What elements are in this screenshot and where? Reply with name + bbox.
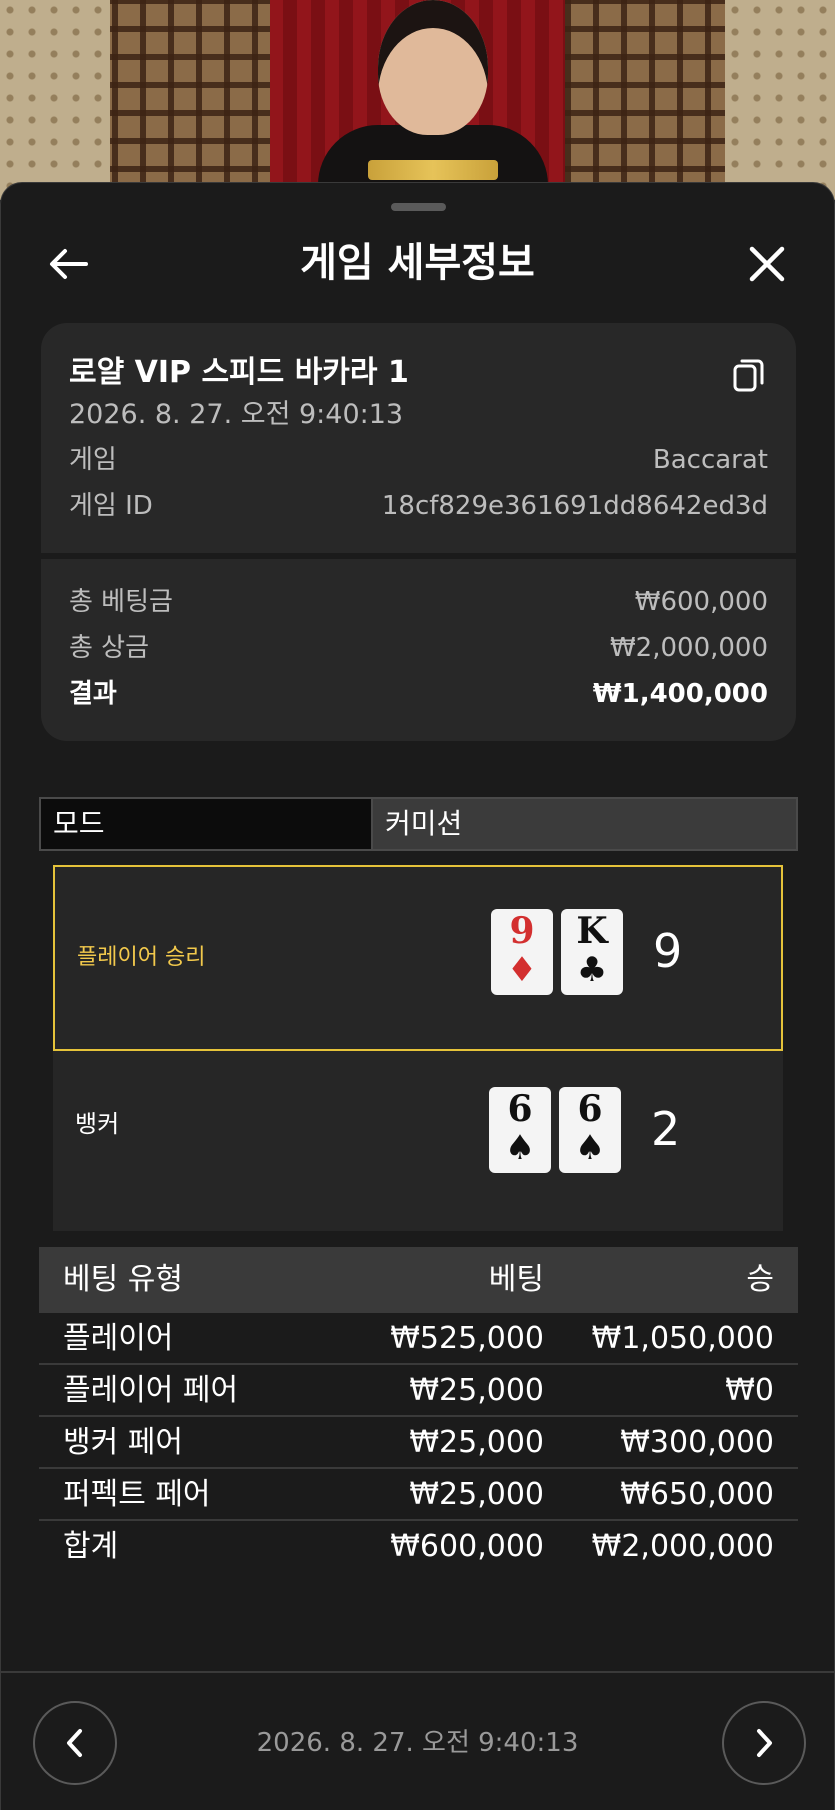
total-value: ₩2,000,000: [609, 633, 768, 663]
banker-cards: 6 ♠ 6 ♠: [489, 1087, 621, 1173]
card-rank: 9: [509, 910, 535, 952]
next-round-button[interactable]: [722, 1701, 806, 1785]
total-key: 총 상금: [69, 633, 150, 663]
copy-icon: [733, 359, 764, 392]
banker-score: 2: [651, 1102, 681, 1156]
total-bet-cell: ₩600,000: [390, 1529, 544, 1564]
bet-type-cell: 플레이어 페어: [63, 1373, 239, 1408]
info-row-game-id: 게임 ID 18cf829e361691dd8642ed3d: [69, 487, 768, 525]
wall-pattern-right: [725, 0, 835, 200]
card-divider: [41, 553, 796, 559]
live-video-background: [0, 0, 835, 200]
header-win: 승: [746, 1262, 774, 1297]
bet-amount-cell: ₩25,000: [409, 1477, 544, 1512]
table-row: 플레이어 페어 ₩25,000 ₩0: [39, 1365, 798, 1417]
info-key: 게임: [69, 445, 117, 475]
total-label-cell: 합계: [63, 1529, 119, 1564]
total-bet-row: 총 베팅금 ₩600,000: [69, 583, 768, 621]
tab-commission[interactable]: 커미션: [373, 797, 798, 851]
dealer-collar: [368, 160, 498, 180]
footer-divider: [1, 1671, 835, 1673]
win-amount-cell: ₩0: [725, 1373, 774, 1408]
diamond-suit-icon: ♦: [506, 950, 538, 990]
win-amount-cell: ₩300,000: [620, 1425, 774, 1460]
player-win-label: 플레이어 승리: [77, 945, 206, 970]
bet-type-cell: 플레이어: [63, 1321, 174, 1356]
info-value: Baccarat: [652, 445, 768, 475]
playing-card: K ♣: [561, 909, 623, 995]
result-row: 결과 ₩1,400,000: [69, 675, 768, 713]
total-value: ₩1,400,000: [592, 679, 768, 709]
banker-label: 뱅커: [75, 1110, 120, 1138]
player-score: 9: [653, 924, 683, 978]
spade-suit-icon: ♠: [574, 1128, 606, 1168]
bet-amount-cell: ₩25,000: [409, 1373, 544, 1408]
dealer-head: [378, 0, 488, 135]
total-win-cell: ₩2,000,000: [591, 1529, 774, 1564]
close-icon: [749, 246, 785, 282]
player-cards: 9 ♦ K ♣: [491, 909, 623, 995]
win-amount-cell: ₩650,000: [620, 1477, 774, 1512]
game-info-card: 로얄 VIP 스피드 바카라 1 2026. 8. 27. 오전 9:40:13…: [41, 323, 796, 741]
close-button[interactable]: [742, 239, 792, 289]
page-title: 게임 세부정보: [300, 240, 535, 286]
card-rank: K: [576, 910, 608, 952]
table-row: 플레이어 ₩525,000 ₩1,050,000: [39, 1313, 798, 1365]
game-timestamp: 2026. 8. 27. 오전 9:40:13: [69, 399, 404, 430]
sheet-grabber-handle[interactable]: [391, 203, 446, 211]
footer-timestamp: 2026. 8. 27. 오전 9:40:13: [256, 1728, 579, 1758]
win-amount-cell: ₩1,050,000: [591, 1321, 774, 1356]
bet-amount-cell: ₩525,000: [390, 1321, 544, 1356]
total-win-row: 총 상금 ₩2,000,000: [69, 629, 768, 667]
total-key: 결과: [69, 679, 117, 709]
club-suit-icon: ♣: [576, 950, 608, 990]
copy-button[interactable]: [732, 357, 766, 393]
game-info-section: 로얄 VIP 스피드 바카라 1 2026. 8. 27. 오전 9:40:13…: [41, 323, 796, 553]
player-result-panel: 플레이어 승리 9 ♦ K ♣ 9: [53, 865, 783, 1051]
card-rank: 6: [577, 1088, 603, 1130]
info-row-game: 게임 Baccarat: [69, 441, 768, 479]
mode-tabs: 모드 커미션: [39, 797, 798, 851]
table-row: 뱅커 페어 ₩25,000 ₩300,000: [39, 1417, 798, 1469]
total-key: 총 베팅금: [69, 587, 173, 617]
game-details-sheet: 게임 세부정보 로얄 VIP 스피드 바카라 1 2026. 8. 27. 오전…: [0, 182, 835, 1810]
wall-pattern-left: [0, 0, 110, 200]
game-name: 로얄 VIP 스피드 바카라 1: [69, 355, 409, 390]
bet-table: 베팅 유형 베팅 승 플레이어 ₩525,000 ₩1,050,000 플레이어…: [39, 1247, 798, 1573]
banker-result-panel: 뱅커 6 ♠ 6 ♠ 2: [53, 1051, 783, 1231]
total-value: ₩600,000: [634, 587, 768, 617]
table-total-row: 합계 ₩600,000 ₩2,000,000: [39, 1521, 798, 1573]
spade-suit-icon: ♠: [504, 1128, 536, 1168]
header-bet: 베팅: [488, 1262, 544, 1297]
playing-card: 6 ♠: [489, 1087, 551, 1173]
bet-type-cell: 퍼펙트 페어: [63, 1477, 211, 1512]
bet-amount-cell: ₩25,000: [409, 1425, 544, 1460]
info-value: 18cf829e361691dd8642ed3d: [381, 491, 768, 521]
playing-card: 9 ♦: [491, 909, 553, 995]
card-rank: 6: [507, 1088, 533, 1130]
header-bet-type: 베팅 유형: [63, 1262, 183, 1297]
chevron-right-icon: [757, 1729, 772, 1757]
table-row: 퍼펙트 페어 ₩25,000 ₩650,000: [39, 1469, 798, 1521]
info-key: 게임 ID: [69, 491, 153, 521]
playing-card: 6 ♠: [559, 1087, 621, 1173]
bet-type-cell: 뱅커 페어: [63, 1425, 183, 1460]
bet-table-header: 베팅 유형 베팅 승: [39, 1247, 798, 1313]
tab-mode[interactable]: 모드: [39, 797, 373, 851]
